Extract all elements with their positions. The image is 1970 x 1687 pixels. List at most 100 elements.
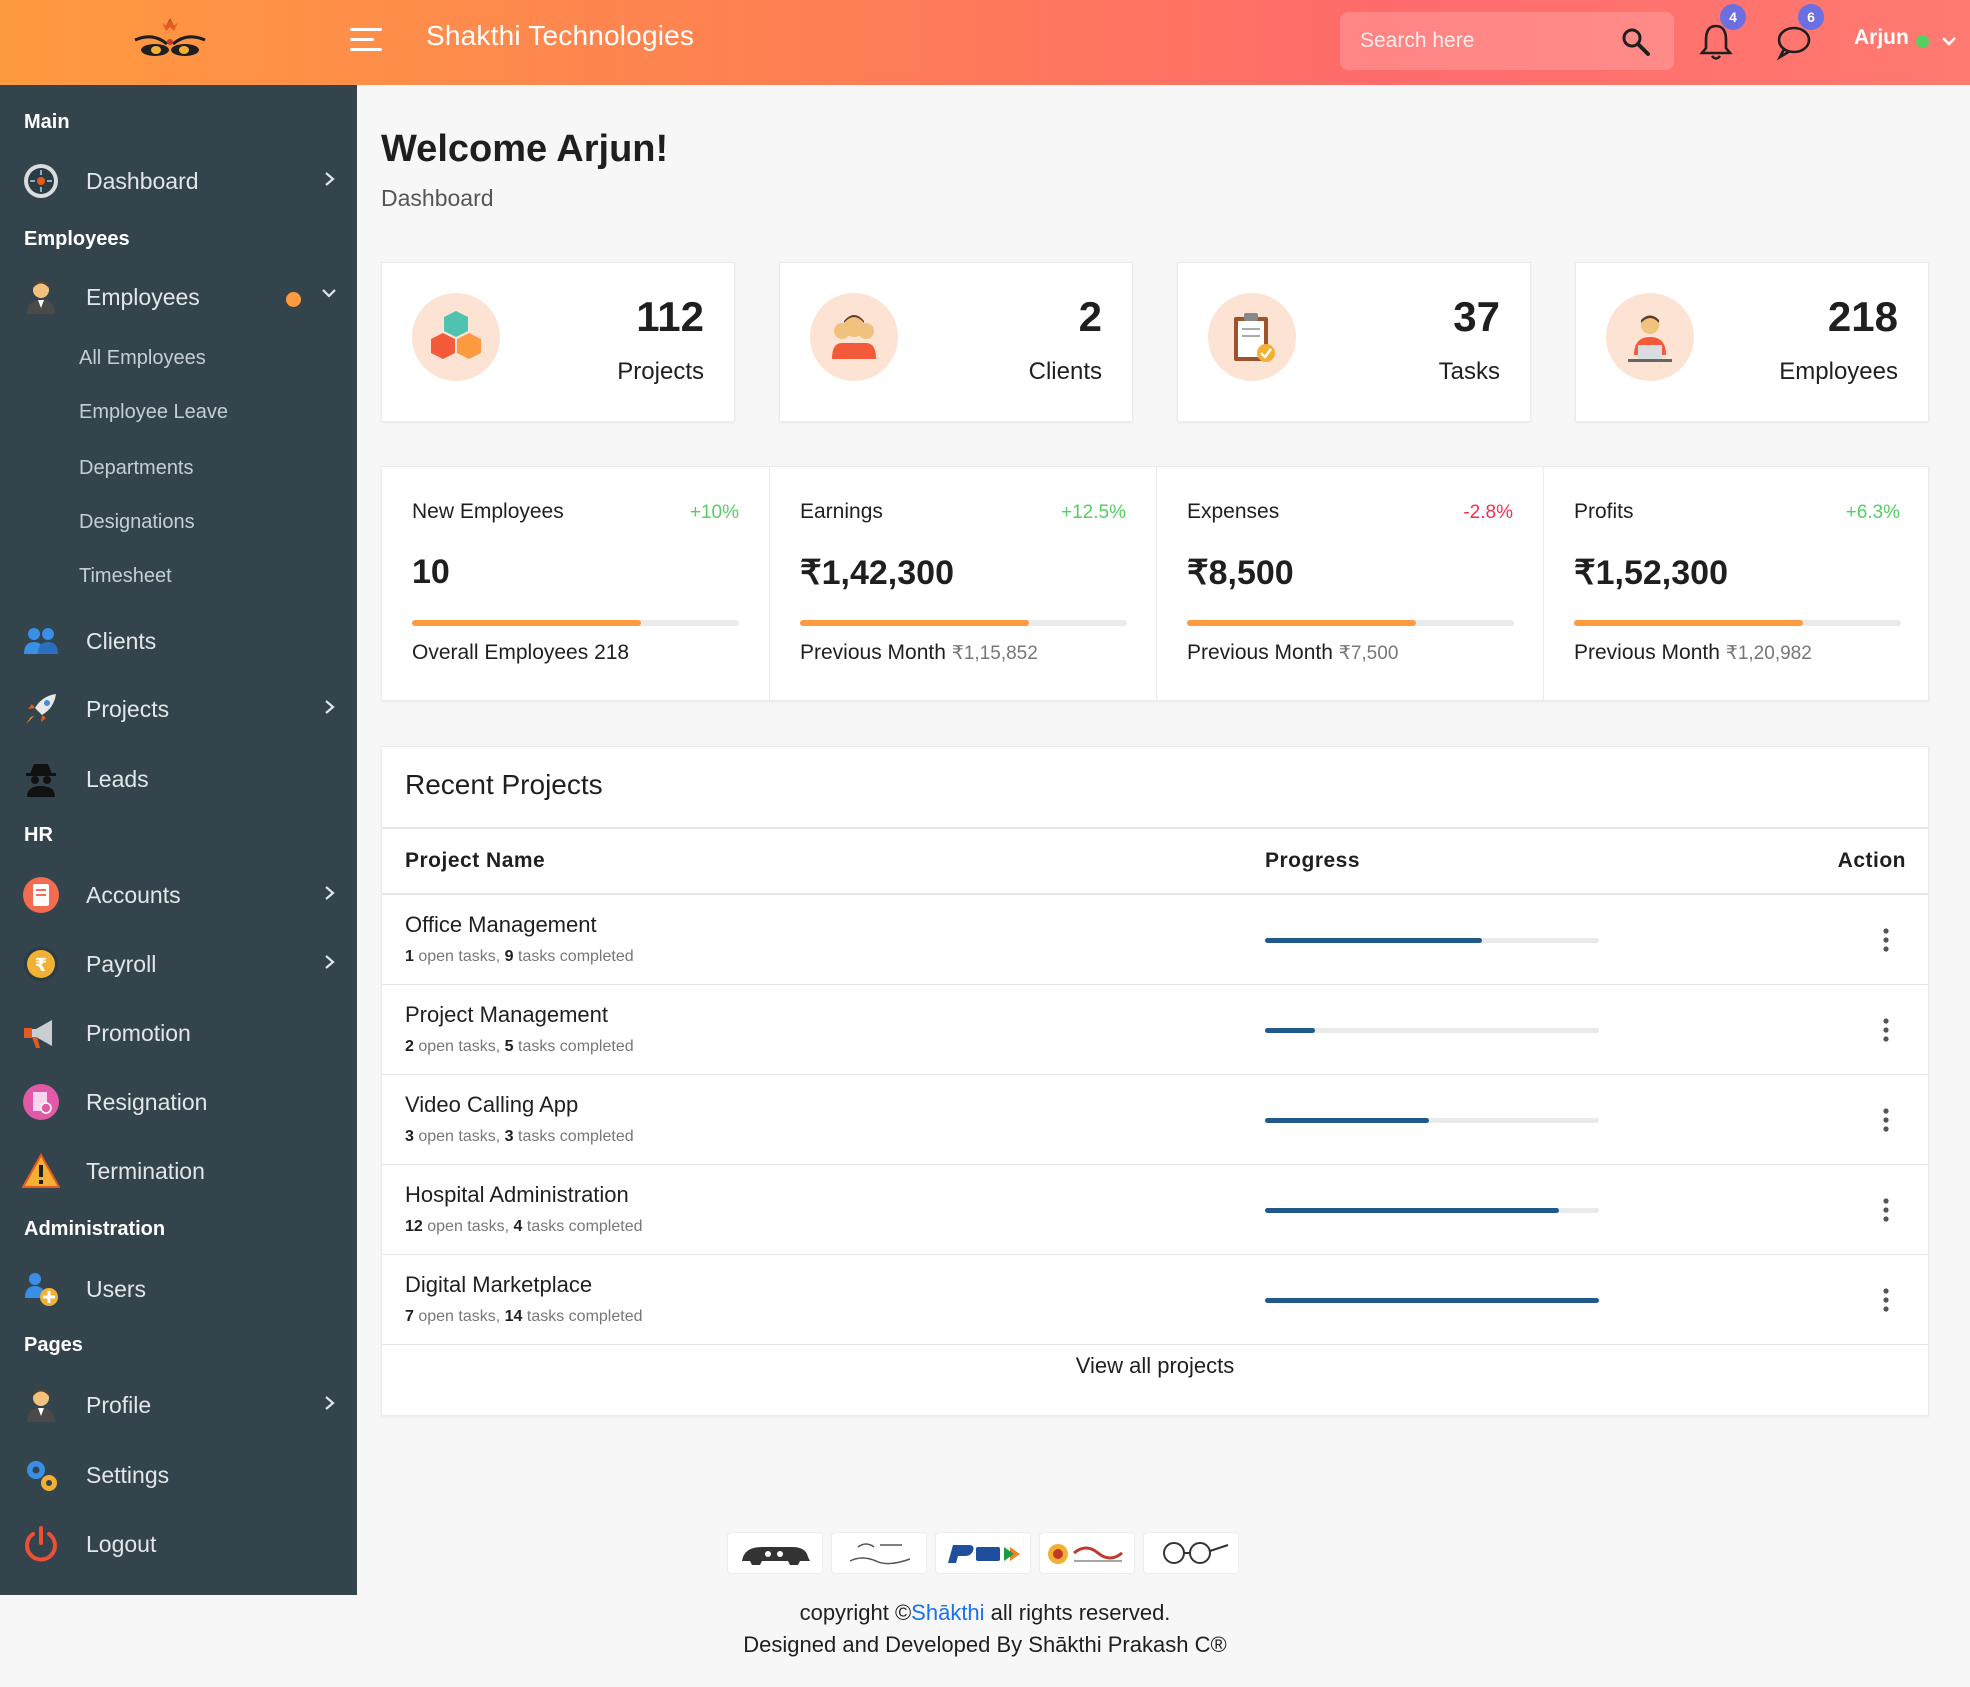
notification-dot [286, 292, 301, 307]
metric-progress-bar [800, 620, 1127, 626]
sidebar-subitem-designations[interactable]: Designations [79, 511, 195, 534]
sidebar-item-leads[interactable]: Leads [0, 750, 357, 806]
sidebar-item-logout[interactable]: Logout [0, 1515, 357, 1571]
section-pages: Pages [24, 1334, 83, 1356]
brand-name: Shakthi Technologies [426, 20, 695, 51]
sidebar-item-accounts[interactable]: Accounts [0, 866, 357, 922]
more-options-icon[interactable] [1876, 1192, 1896, 1228]
stat-value: 2 [1078, 293, 1102, 340]
employee-icon [1606, 293, 1694, 381]
sidebar-item-payroll[interactable]: ₹ Payroll [0, 935, 357, 991]
clipboard-icon [1208, 293, 1296, 381]
sidebar-subitem-all-employees[interactable]: All Employees [79, 347, 206, 370]
more-options-icon[interactable] [1876, 1282, 1896, 1318]
user-name: Arjun [1854, 26, 1909, 49]
sidebar-item-label: Users [86, 1276, 147, 1302]
sidebar-item-promotion[interactable]: Promotion [0, 1004, 357, 1060]
section-hr: HR [24, 824, 53, 846]
section-main: Main [24, 111, 70, 133]
sidebar-item-label: Projects [86, 696, 170, 722]
resignation-icon [22, 1083, 60, 1121]
sidebar-item-label: Dashboard [86, 168, 199, 194]
cubes-icon [412, 293, 500, 381]
chevron-right-icon [322, 170, 338, 188]
recent-projects-card: Recent Projects Project Name Progress Ac… [381, 746, 1929, 1416]
sidebar-item-projects[interactable]: Projects [0, 680, 357, 736]
chevron-right-icon [322, 698, 338, 716]
project-progress-fill [1265, 1118, 1429, 1123]
sidebar-item-label: Employees [86, 284, 200, 310]
messages-badge: 6 [1798, 4, 1824, 30]
users-icon [22, 1270, 60, 1308]
chevron-down-icon [320, 284, 336, 302]
sidebar-item-users[interactable]: Users [0, 1260, 357, 1316]
view-all-projects-link[interactable]: View all projects [382, 1353, 1928, 1379]
sidebar-item-termination[interactable]: Termination [0, 1142, 357, 1198]
project-task-summary: 2 open tasks, 5 tasks completed [405, 1038, 634, 1055]
stat-value: 112 [636, 293, 704, 340]
column-header-action: Action [1837, 849, 1906, 872]
user-menu[interactable]: Arjun [1854, 26, 1956, 58]
svg-text:₹: ₹ [35, 955, 48, 976]
sidebar-item-dashboard[interactable]: Dashboard [0, 152, 357, 208]
sidebar-subitem-departments[interactable]: Departments [79, 457, 194, 480]
project-name-link[interactable]: Project Management [405, 1002, 608, 1028]
metrics-card: New Employees +10% 10 Overall Employees … [381, 466, 1930, 702]
chevron-right-icon [322, 884, 338, 902]
designed-by-text: Designed and Developed By Shākthi Prakas… [743, 1632, 1227, 1657]
card-title: Recent Projects [405, 769, 603, 800]
metric-label: Profits [1574, 500, 1634, 523]
project-progress-bar [1265, 1118, 1599, 1123]
top-header: Shakthi Technologies 4 6 Arjun [0, 0, 1970, 85]
rupee-icon: ₹ [22, 945, 60, 983]
search-icon[interactable] [1620, 26, 1652, 58]
chevron-right-icon [322, 1394, 338, 1412]
table-row: Digital Marketplace 7 open tasks, 14 task… [382, 1255, 1928, 1345]
stat-label: Employees [1779, 358, 1898, 385]
notifications-bell-icon[interactable]: 4 [1698, 4, 1746, 62]
section-administration: Administration [24, 1218, 166, 1240]
sidebar-item-employees[interactable]: Employees [0, 268, 357, 324]
project-name-link[interactable]: Digital Marketplace [405, 1272, 592, 1298]
sidebar-item-label: Settings [86, 1462, 170, 1488]
sidebar-subitem-employee-leave[interactable]: Employee Leave [79, 401, 228, 424]
spy-icon [22, 760, 60, 798]
more-options-icon[interactable] [1876, 1012, 1896, 1048]
megaphone-icon [22, 1014, 60, 1052]
project-name-link[interactable]: Hospital Administration [405, 1182, 629, 1208]
sidebar-item-settings[interactable]: Settings [0, 1446, 357, 1502]
metric-progress-fill [1187, 620, 1416, 626]
search-input[interactable] [1360, 26, 1600, 56]
sidebar-subitem-timesheet[interactable]: Timesheet [79, 565, 172, 588]
dashboard-icon [22, 162, 60, 200]
more-options-icon[interactable] [1876, 922, 1896, 958]
clients-icon [810, 293, 898, 381]
messages-chat-icon[interactable]: 6 [1776, 4, 1824, 62]
chevron-down-icon[interactable] [1940, 32, 1958, 50]
stat-card-projects[interactable]: 112 Projects [381, 262, 735, 422]
project-name-link[interactable]: Video Calling App [405, 1092, 578, 1118]
stat-card-clients[interactable]: 2 Clients [779, 262, 1133, 422]
project-progress-fill [1265, 1208, 1559, 1213]
project-progress-bar [1265, 1208, 1599, 1213]
metric-progress-bar [1574, 620, 1901, 626]
sidebar-item-profile[interactable]: Profile [0, 1376, 357, 1432]
metric-change: +10% [689, 502, 739, 523]
company-logo[interactable] [125, 14, 215, 70]
more-options-icon[interactable] [1876, 1102, 1896, 1138]
metric-profits: Profits +6.3% ₹1,52,300 Previous Month ₹… [1543, 467, 1930, 702]
sidebar-item-resignation[interactable]: Resignation [0, 1073, 357, 1129]
metric-new-employees: New Employees +10% 10 Overall Employees … [382, 467, 769, 702]
stat-label: Clients [1028, 358, 1102, 385]
accounts-icon [22, 876, 60, 914]
project-task-summary: 3 open tasks, 3 tasks completed [405, 1128, 634, 1145]
stat-card-employees[interactable]: 218 Employees [1575, 262, 1929, 422]
project-name-link[interactable]: Office Management [405, 912, 597, 938]
menu-toggle-icon[interactable] [350, 28, 382, 54]
metric-progress-bar [1187, 620, 1514, 626]
metric-label: Expenses [1187, 500, 1280, 523]
stat-card-tasks[interactable]: 37 Tasks [1177, 262, 1531, 422]
sidebar-item-clients[interactable]: Clients [0, 612, 357, 668]
project-progress-bar [1265, 1028, 1599, 1033]
copyright-brand-link[interactable]: Shākthi [911, 1600, 984, 1625]
